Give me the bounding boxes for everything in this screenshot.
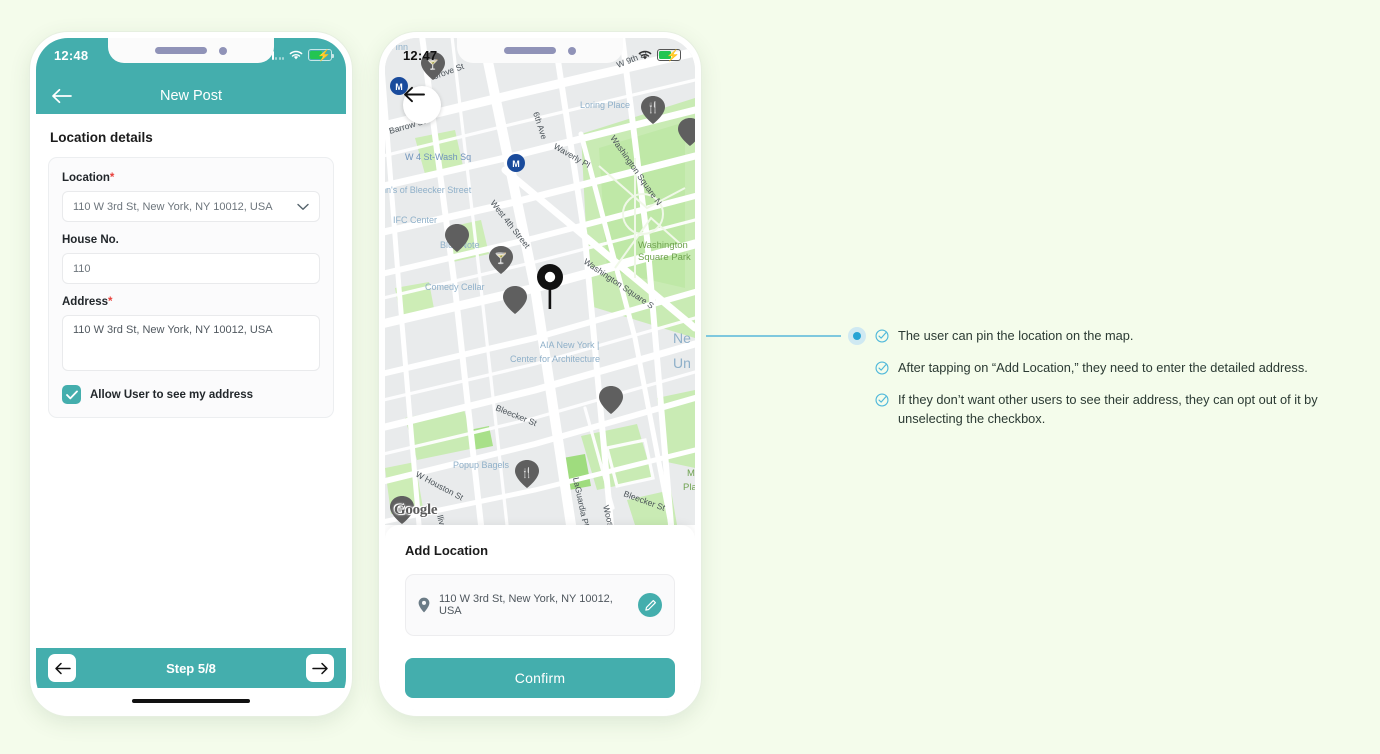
svg-text:🍴: 🍴: [521, 466, 533, 479]
location-value: 110 W 3rd St, New York, NY 10012, USA: [73, 200, 273, 213]
annotation-text: If they don’t want other users to see th…: [898, 392, 1318, 426]
wifi-icon: [289, 50, 303, 59]
location-details-card: Location* 110 W 3rd St, New York, NY 100…: [48, 157, 334, 418]
chevron-down-icon: [297, 203, 309, 210]
sheet-title: Add Location: [405, 543, 489, 558]
house-no-label: House No.: [62, 234, 119, 246]
step-indicator: Step 5/8: [166, 660, 216, 676]
annotation-item: The user can pin the location on the map…: [875, 327, 1365, 348]
canvas: 12:48 ⚡ New Post Location details Locati…: [0, 0, 1380, 754]
status-icons: ⚡: [638, 49, 683, 62]
map-view[interactable]: Grove St W 9th St 6th Ave Barrow St Waverly …: [385, 38, 695, 525]
address-textarea[interactable]: 110 W 3rd St, New York, NY 10012, USA: [62, 315, 320, 371]
map-back-button[interactable]: [403, 86, 441, 124]
arrow-right-icon: [311, 662, 328, 674]
annotation-item: After tapping on “Add Location,” they ne…: [875, 359, 1365, 380]
signal-bars-icon: [271, 50, 284, 60]
battery-charging-icon: ⚡: [308, 49, 334, 62]
speaker-grille: [155, 47, 207, 54]
annotation-list: The user can pin the location on the map…: [875, 327, 1365, 428]
notch: [457, 38, 623, 63]
phone-left: 12:48 ⚡ New Post Location details Locati…: [30, 32, 352, 716]
svg-text:🍴: 🍴: [646, 101, 660, 114]
screen-left: 12:48 ⚡ New Post Location details Locati…: [36, 38, 346, 710]
front-camera: [568, 46, 576, 55]
screen-right: Grove St W 9th St 6th Ave Barrow St Waverly …: [385, 38, 695, 710]
speaker-grille: [504, 47, 556, 54]
pencil-icon: [644, 599, 656, 611]
address-label: Address*: [62, 296, 113, 308]
map-pin-small-icon: [418, 597, 430, 613]
annotation-connector-line: [706, 335, 841, 337]
selected-address-box[interactable]: 110 W 3rd St, New York, NY 10012, USA: [405, 574, 675, 636]
add-location-sheet: Add Location 110 W 3rd St, New York, NY …: [385, 525, 695, 710]
svg-text:🍸: 🍸: [494, 251, 508, 265]
annotation-text: After tapping on “Add Location,” they ne…: [898, 360, 1308, 375]
house-no-input[interactable]: 110: [62, 253, 320, 284]
required-asterisk: *: [108, 296, 113, 308]
status-time: 12:48: [54, 47, 89, 63]
selected-address-text: 110 W 3rd St, New York, NY 10012, USA: [439, 593, 613, 617]
status-time: 12:47: [403, 47, 438, 63]
circle-check-icon: [875, 329, 889, 348]
required-asterisk: *: [109, 172, 115, 184]
next-step-button[interactable]: [306, 654, 334, 682]
house-no-value: 110: [73, 262, 91, 275]
phone-right: Grove St W 9th St 6th Ave Barrow St Waverly …: [379, 32, 701, 716]
annotation-item: If they don’t want other users to see th…: [875, 391, 1365, 428]
home-indicator: [132, 698, 250, 703]
page-title: New Post: [159, 88, 223, 104]
prev-step-button[interactable]: [48, 654, 76, 682]
allow-address-checkbox[interactable]: [62, 385, 81, 404]
left-nav-row: New Post: [36, 78, 346, 114]
google-attribution: Google: [394, 502, 438, 518]
left-bottom-bar: Step 5/8: [36, 648, 346, 688]
annotation-text: The user can pin the location on the map…: [898, 328, 1134, 343]
circle-check-icon: [875, 361, 889, 380]
front-camera: [219, 46, 227, 55]
svg-text:M: M: [395, 82, 403, 92]
arrow-left-icon: [54, 662, 71, 674]
location-label: Location*: [62, 172, 115, 184]
wifi-icon: [638, 50, 652, 59]
edit-address-button[interactable]: [638, 593, 662, 617]
location-select[interactable]: 110 W 3rd St, New York, NY 10012, USA: [62, 191, 320, 222]
notch: [108, 38, 274, 63]
allow-address-row[interactable]: Allow User to see my address: [62, 385, 320, 404]
battery-charging-icon: ⚡: [657, 49, 683, 62]
allow-address-label: Allow User to see my address: [90, 388, 253, 401]
map-pin-icon: [537, 264, 563, 309]
address-value: 110 W 3rd St, New York, NY 10012, USA: [73, 324, 273, 336]
circle-check-icon: [875, 393, 889, 428]
left-content: Location details Location* 110 W 3rd St,…: [36, 114, 346, 648]
arrow-left-icon: [404, 86, 425, 103]
check-icon: [65, 390, 78, 399]
confirm-button[interactable]: Confirm: [405, 658, 675, 698]
status-icons: ⚡: [271, 49, 334, 62]
svg-text:M: M: [512, 159, 520, 169]
section-title: Location details: [50, 130, 153, 145]
annotation-anchor-dot: [853, 332, 861, 340]
